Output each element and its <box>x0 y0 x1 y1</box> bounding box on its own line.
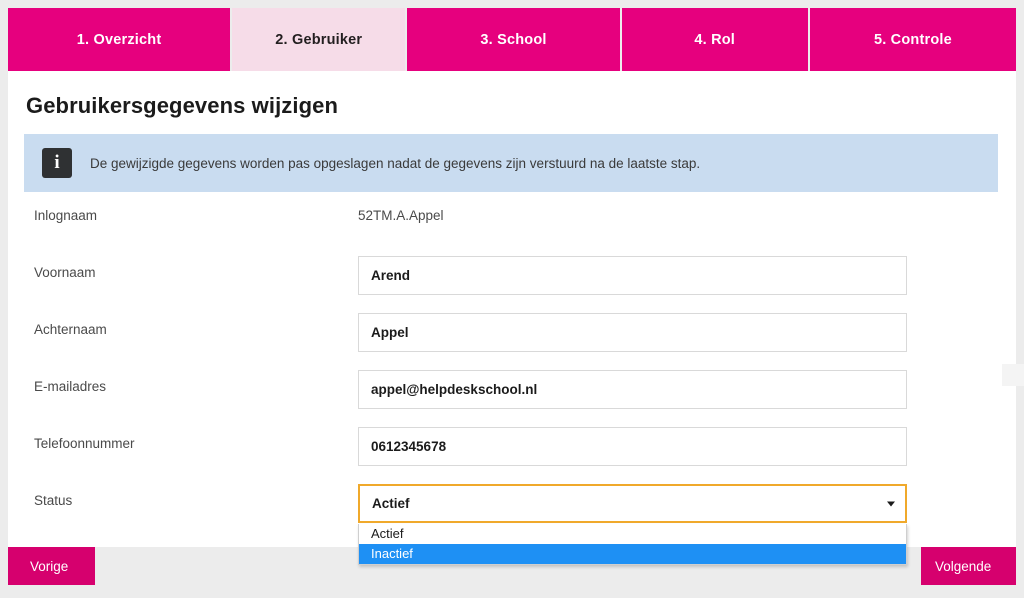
status-option-list: Actief Inactief <box>358 524 907 565</box>
status-select-wrapper: Actief Actief Inactief <box>358 484 907 565</box>
info-banner-text: De gewijzigde gegevens worden pas opgesl… <box>90 155 701 171</box>
label-telefoonnummer: Telefoonnummer <box>34 436 135 451</box>
tab-rol-label: 4. Rol <box>694 31 736 48</box>
status-select[interactable]: Actief <box>358 484 907 523</box>
form-row-inlognaam: Inlognaam 52TM.A.Appel <box>8 199 1016 256</box>
form-row-emailadres: E-mailadres <box>8 370 1016 427</box>
info-banner: i De gewijzigde gegevens worden pas opge… <box>24 134 998 192</box>
form-row-status: Status Actief Actief Inactief <box>8 484 1016 565</box>
tab-overzicht-label: 1. Overzicht <box>76 31 162 48</box>
status-option-inactief[interactable]: Inactief <box>359 544 906 564</box>
label-inlognaam: Inlognaam <box>34 208 98 223</box>
wizard-tab-strip: 1. Overzicht 2. Gebruiker 3. School 4. R… <box>8 8 1016 71</box>
info-icon: i <box>42 148 72 178</box>
label-status: Status <box>34 493 73 508</box>
tab-overzicht[interactable]: 1. Overzicht <box>8 8 231 71</box>
label-emailadres: E-mailadres <box>34 379 107 394</box>
voornaam-input[interactable] <box>358 256 907 295</box>
form-row-achternaam: Achternaam <box>8 313 1016 370</box>
tab-controle-label: 5. Controle <box>873 31 952 48</box>
next-button[interactable]: Volgende <box>921 547 1016 585</box>
email-input[interactable] <box>358 370 907 409</box>
label-voornaam: Voornaam <box>34 265 96 280</box>
form-row-telefoonnummer: Telefoonnummer <box>8 427 1016 484</box>
previous-button[interactable]: Vorige <box>8 547 95 585</box>
tab-school[interactable]: 3. School <box>407 8 620 71</box>
tab-gebruiker[interactable]: 2. Gebruiker <box>232 8 406 71</box>
form-row-voornaam: Voornaam <box>8 256 1016 313</box>
tab-controle[interactable]: 5. Controle <box>809 8 1016 71</box>
telefoonnummer-input[interactable] <box>358 427 907 466</box>
user-form: Inlognaam 52TM.A.Appel Voornaam Achterna… <box>8 199 1016 565</box>
status-option-actief-label: Actief <box>371 526 404 541</box>
page-title: Gebruikersgegevens wijzigen <box>26 93 339 118</box>
status-option-actief[interactable]: Actief <box>359 524 906 544</box>
status-select-value: Actief <box>372 496 410 511</box>
value-inlognaam: 52TM.A.Appel <box>358 208 444 223</box>
tab-rol[interactable]: 4. Rol <box>621 8 808 71</box>
status-option-inactief-label: Inactief <box>371 546 413 561</box>
tab-gebruiker-label: 2. Gebruiker <box>275 31 363 48</box>
label-achternaam: Achternaam <box>34 322 107 337</box>
achternaam-input[interactable] <box>358 313 907 352</box>
scroll-edge-notch <box>1002 364 1024 386</box>
tab-school-label: 3. School <box>480 31 547 48</box>
chevron-down-icon <box>887 501 895 506</box>
content-card: Gebruikersgegevens wijzigen i De gewijzi… <box>8 71 1016 565</box>
